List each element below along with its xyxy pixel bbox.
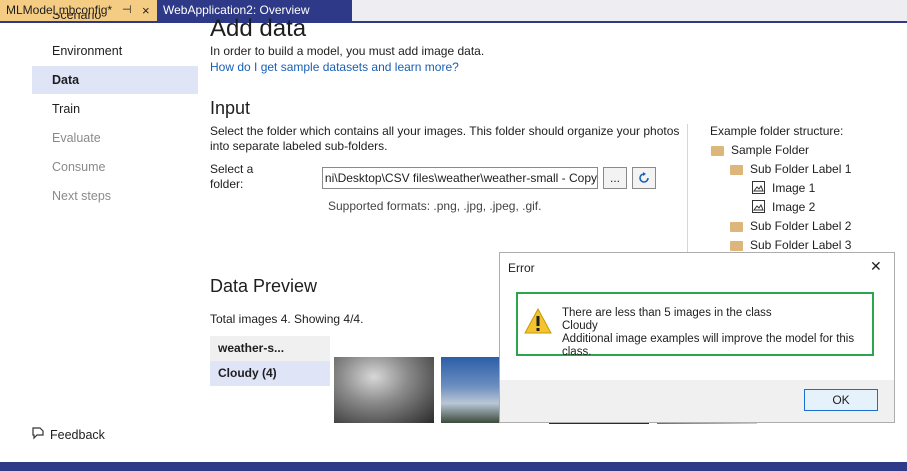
intro-text: In order to build a model, you must add … — [210, 44, 485, 58]
example-image-2: Image 2 — [772, 200, 816, 214]
select-folder-label-line1: Select a — [210, 162, 254, 176]
example-sub-folder-1: Sub Folder Label 1 — [750, 162, 852, 176]
message-line4: class. — [562, 346, 592, 355]
message-highlight: There are less than 5 images in the clas… — [516, 292, 874, 356]
refresh-icon — [639, 172, 649, 183]
dataset-header: weather-s... — [210, 336, 330, 361]
data-preview-heading: Data Preview — [210, 276, 318, 296]
sidebar-item-next-steps[interactable]: Next steps — [32, 182, 198, 210]
sidebar-item-train[interactable]: Train — [32, 95, 198, 123]
ok-button[interactable]: OK — [804, 389, 878, 411]
example-sub-folder-2: Sub Folder Label 2 — [750, 219, 852, 233]
folder-icon — [711, 146, 724, 156]
example-heading: Example folder structure: — [710, 124, 844, 138]
sidebar-item-scenario[interactable]: Scenario — [32, 13, 198, 33]
folder-path-input[interactable]: ni\Desktop\CSV files\weather\weather-sma… — [322, 167, 598, 189]
message-line3: Additional image examples will improve t… — [562, 333, 855, 345]
supported-formats-text: Supported formats: .png, .jpg, .jpeg, .g… — [328, 199, 542, 213]
data-preview-summary: Total images 4. Showing 4/4. — [210, 312, 364, 326]
dialog-footer: OK — [500, 380, 894, 422]
input-description-line2: into separate labeled sub-folders. — [210, 139, 388, 153]
input-description-line1: Select the folder which contains all you… — [210, 124, 680, 138]
sidebar-item-consume[interactable]: Consume — [32, 153, 198, 181]
error-dialog: Error ✕ There are less than 5 images in … — [499, 252, 895, 423]
folder-icon — [730, 241, 743, 251]
sidebar-item-evaluate[interactable]: Evaluate — [32, 124, 198, 152]
divider — [687, 124, 688, 254]
example-image-1: Image 1 — [772, 181, 816, 195]
example-sample-folder: Sample Folder — [731, 143, 810, 157]
feedback-icon — [32, 427, 44, 440]
message-line2: Cloudy — [562, 320, 598, 332]
sidebar-item-environment[interactable]: Environment — [32, 37, 198, 65]
select-folder-label-line2: folder: — [210, 177, 244, 191]
browse-button[interactable]: ... — [603, 167, 627, 189]
page-title: Add data — [210, 15, 307, 36]
dialog-close-icon[interactable]: ✕ — [870, 258, 882, 275]
page-title-container: Add data — [210, 8, 630, 36]
folder-icon — [730, 165, 743, 175]
image-icon — [752, 200, 765, 213]
dialog-title: Error — [508, 261, 535, 275]
input-heading: Input — [210, 98, 251, 118]
feedback-label: Feedback — [50, 428, 105, 442]
sidebar-item-data[interactable]: Data — [32, 66, 198, 94]
image-icon — [752, 181, 765, 194]
warning-icon — [524, 308, 552, 334]
example-sub-folder-3: Sub Folder Label 3 — [750, 238, 852, 252]
refresh-button[interactable] — [632, 167, 656, 189]
message-line1: There are less than 5 images in the clas… — [562, 307, 772, 319]
preview-image[interactable] — [334, 357, 434, 423]
folder-icon — [730, 222, 743, 232]
status-bar — [0, 462, 907, 471]
class-item-cloudy[interactable]: Cloudy (4) — [210, 361, 330, 386]
help-link[interactable]: How do I get sample datasets and learn m… — [210, 60, 459, 74]
